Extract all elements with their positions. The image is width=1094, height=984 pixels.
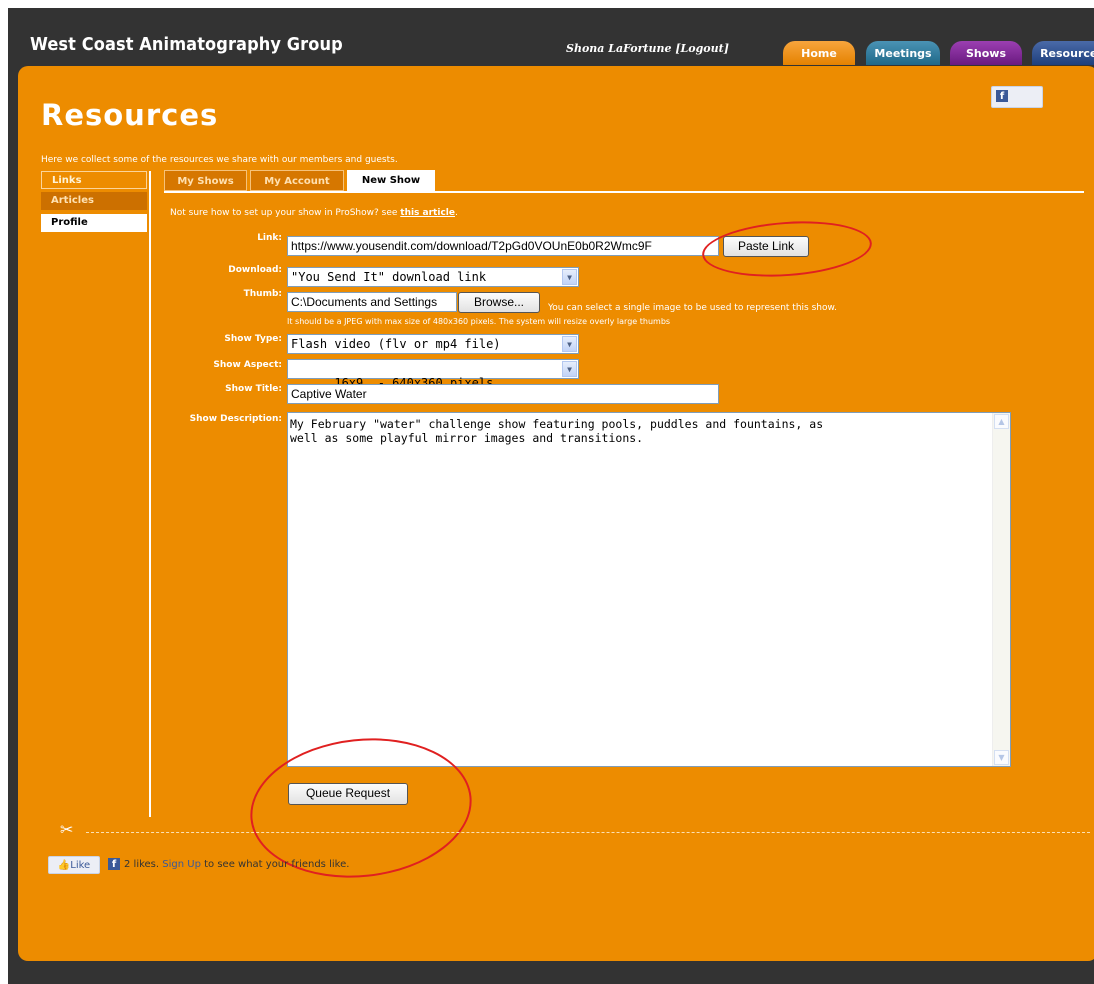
page-title: Resources xyxy=(41,98,219,132)
show-description-text: My February "water" challenge show featu… xyxy=(290,417,824,445)
facebook-like-button-footer[interactable]: 👍Like xyxy=(48,856,100,874)
likes-summary: f2 likes. Sign Up to see what your frien… xyxy=(108,858,349,870)
sidebar-nav: Links Articles Profile xyxy=(41,171,151,817)
scroll-down-icon[interactable]: ▼ xyxy=(994,750,1009,765)
link-input[interactable]: https://www.yousendit.com/download/T2pGd… xyxy=(287,236,719,256)
browse-button[interactable]: Browse... xyxy=(458,292,540,313)
show-description-textarea[interactable]: My February "water" challenge show featu… xyxy=(287,412,1011,767)
show-description-label: Show Description: xyxy=(189,414,282,424)
chevron-down-icon: ▼ xyxy=(562,361,577,377)
show-aspect-select[interactable]: 16x9 - 640x360 pixels ▼ xyxy=(287,359,579,390)
facebook-like-button[interactable]: f xyxy=(991,86,1043,108)
scroll-up-icon[interactable]: ▲ xyxy=(994,414,1009,429)
sidebar-item-articles[interactable]: Articles xyxy=(41,192,147,210)
sign-up-link[interactable]: Sign Up xyxy=(162,859,201,870)
dashed-divider xyxy=(86,832,1090,833)
nav-tab-home[interactable]: Home xyxy=(783,41,855,65)
tab-my-shows[interactable]: My Shows xyxy=(164,170,247,191)
nav-tab-meetings[interactable]: Meetings xyxy=(866,41,940,65)
intro-text: Here we collect some of the resources we… xyxy=(41,155,398,165)
nav-tab-resources[interactable]: Resources xyxy=(1032,41,1094,65)
facebook-f-icon: f xyxy=(996,90,1008,102)
thumb-size-note: It should be a JPEG with max size of 480… xyxy=(287,317,671,326)
show-title-input[interactable]: Captive Water xyxy=(287,384,719,404)
tab-new-show[interactable]: New Show xyxy=(347,170,435,193)
browser-frame: West Coast Animatography Group Shona LaF… xyxy=(8,8,1094,984)
site-title: West Coast Animatography Group xyxy=(30,34,343,55)
tab-bar: My Shows My Account New Show xyxy=(164,170,1084,193)
thumbs-up-icon: 👍 xyxy=(57,860,71,871)
highlight-circle-paste-link xyxy=(700,216,874,282)
show-type-select[interactable]: Flash video (flv or mp4 file) ▼ xyxy=(287,334,579,354)
chevron-down-icon: ▼ xyxy=(562,336,577,352)
show-aspect-label: Show Aspect: xyxy=(213,360,282,370)
tab-my-account[interactable]: My Account xyxy=(250,170,344,191)
thumb-file-input[interactable]: C:\Documents and Settings xyxy=(287,292,457,312)
description-scrollbar[interactable]: ▲ ▼ xyxy=(992,413,1010,766)
facebook-f-icon: f xyxy=(108,858,120,870)
nav-tab-shows[interactable]: Shows xyxy=(950,41,1022,65)
download-select[interactable]: "You Send It" download link ▼ xyxy=(287,267,579,287)
download-label: Download: xyxy=(228,265,282,275)
scissors-icon: ✂ xyxy=(60,820,74,839)
sidebar-item-links[interactable]: Links xyxy=(41,171,147,189)
show-title-label: Show Title: xyxy=(225,384,282,394)
download-select-value: "You Send It" download link xyxy=(291,270,487,284)
help-line: Not sure how to set up your show in ProS… xyxy=(170,208,458,218)
show-type-select-value: Flash video (flv or mp4 file) xyxy=(291,337,501,351)
show-type-label: Show Type: xyxy=(224,334,282,344)
chevron-down-icon: ▼ xyxy=(562,269,577,285)
thumb-note: You can select a single image to be used… xyxy=(548,303,837,313)
content-panel: Resources f Here we collect some of the … xyxy=(18,66,1094,961)
sidebar-item-profile[interactable]: Profile xyxy=(41,214,147,232)
user-logout-link[interactable]: Shona LaFortune [Logout] xyxy=(566,42,729,55)
link-label: Link: xyxy=(257,233,282,243)
this-article-link[interactable]: this article xyxy=(400,208,455,218)
thumb-label: Thumb: xyxy=(243,289,282,299)
